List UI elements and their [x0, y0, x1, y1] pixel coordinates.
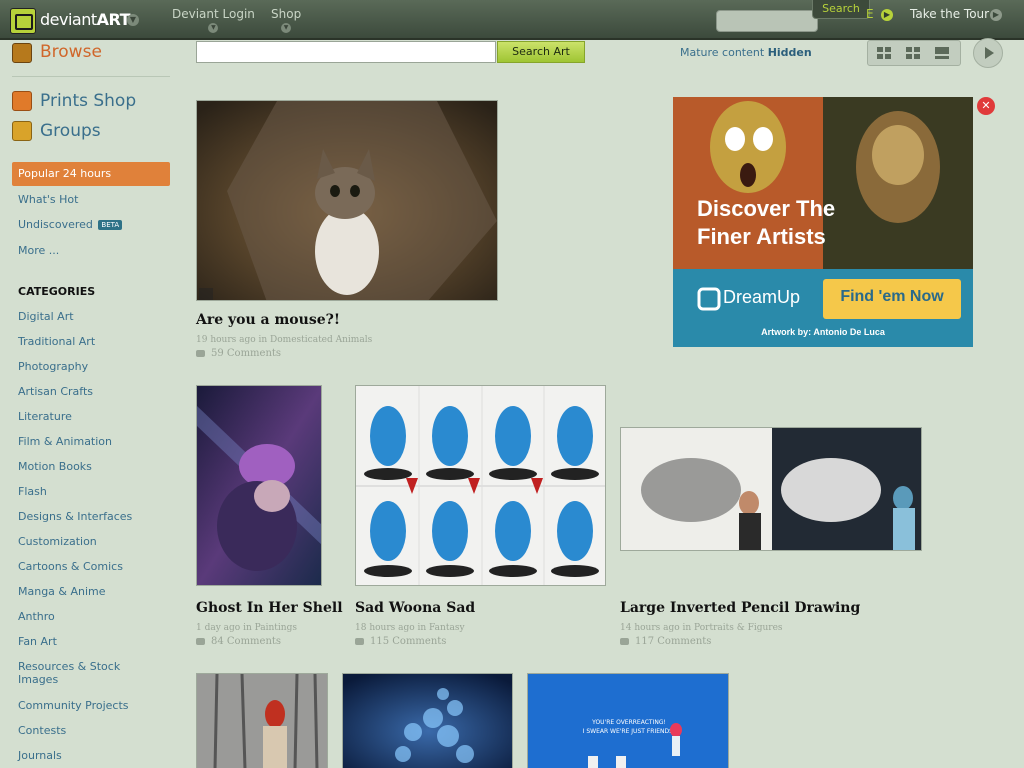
site-logo[interactable]: deviantART [40, 10, 131, 29]
category-link[interactable]: Anthro [18, 610, 55, 623]
mature-content-toggle[interactable]: Mature content Hidden [680, 46, 812, 59]
artwork-thumbnail-woona[interactable] [355, 385, 606, 586]
chevron-down-icon: ▼ [281, 23, 292, 33]
artwork-meta[interactable]: 14 hours ago in Portraits & Figures [620, 623, 783, 633]
top-bar: deviantART ▼ Deviant Login ▼ Shop ▼ Search… [0, 0, 1024, 40]
category-link[interactable]: Traditional Art [18, 335, 95, 348]
artwork-meta[interactable]: 18 hours ago in Fantasy [355, 623, 465, 633]
artwork-thumbnail-pencil[interactable] [620, 427, 922, 551]
search-tab[interactable]: Search [812, 0, 870, 19]
category-link[interactable]: Resources & Stock Images [18, 660, 158, 686]
arrow-right-icon[interactable]: ▶ [881, 9, 893, 21]
artwork-thumbnail-bubbles[interactable] [342, 673, 513, 768]
chevron-down-icon: ▼ [208, 23, 219, 33]
artwork-meta[interactable]: 1 day ago in Paintings [196, 623, 297, 633]
more-link[interactable]: More ... [18, 244, 59, 257]
artwork-title[interactable]: Ghost In Her Shell [196, 600, 343, 616]
artwork-thumbnail-forest[interactable] [196, 673, 328, 768]
deviantart-logo-icon[interactable] [10, 8, 36, 34]
artwork-meta[interactable]: 19 hours ago in Domesticated Animals [196, 335, 372, 345]
artwork-title[interactable]: Are you a mouse?! [196, 312, 340, 328]
category-link[interactable]: Community Projects [18, 699, 129, 712]
artwork-comments[interactable]: 115 Comments [355, 636, 446, 647]
find-em-now-button[interactable]: Find 'em Now [823, 288, 961, 306]
comment-icon [355, 638, 364, 645]
category-link[interactable]: Motion Books [18, 460, 92, 473]
comment-icon [196, 638, 205, 645]
deviant-login-link[interactable]: Deviant Login ▼ [172, 7, 255, 33]
prints-shop-link[interactable]: Prints Shop [40, 91, 136, 111]
popular-24-hours-button[interactable]: Popular 24 hours [12, 162, 170, 186]
chevron-down-icon[interactable]: ▼ [127, 14, 139, 26]
view-mode-switcher [867, 40, 961, 66]
ad-headline-line1: Discover The [697, 196, 836, 221]
artwork-comments[interactable]: 59 Comments [196, 348, 281, 359]
join-link-partial[interactable]: E [866, 7, 874, 21]
artwork-thumbnail-cartoon[interactable]: YOU'RE OVERREACTING! I SWEAR WE'RE JUST … [527, 673, 729, 768]
artwork-title[interactable]: Sad Woona Sad [355, 600, 475, 616]
groups-link[interactable]: Groups [40, 121, 101, 141]
ad-headline-line2: Finer Artists [697, 224, 826, 249]
category-link[interactable]: Fan Art [18, 635, 57, 648]
take-the-tour-link[interactable]: Take the Tour [910, 7, 989, 21]
shop-link[interactable]: Shop ▼ [271, 7, 301, 33]
grid-large-icon[interactable] [905, 45, 921, 59]
category-link[interactable]: Designs & Interfaces [18, 510, 132, 523]
arrow-right-icon[interactable]: ▶ [990, 9, 1002, 21]
close-icon[interactable]: ✕ [977, 97, 995, 115]
category-link[interactable]: Customization [18, 535, 97, 548]
browse-icon [12, 43, 32, 63]
beta-badge: BETA [98, 220, 123, 230]
artwork-thumbnail-ghost[interactable] [196, 385, 322, 586]
dreamup-advertisement[interactable]: Discover The Finer Artists DreamUp Find … [673, 97, 973, 347]
artwork-comments[interactable]: 117 Comments [620, 636, 711, 647]
groups-icon [12, 121, 32, 141]
category-link[interactable]: Manga & Anime [18, 585, 106, 598]
category-link[interactable]: Contests [18, 724, 66, 737]
artwork-comments[interactable]: 84 Comments [196, 636, 281, 647]
category-link[interactable]: Artisan Crafts [18, 385, 93, 398]
shopping-bag-icon [12, 91, 32, 111]
list-view-icon[interactable] [934, 45, 950, 59]
undiscovered-link[interactable]: Undiscovered BETA [18, 218, 123, 231]
category-link[interactable]: Literature [18, 410, 72, 423]
artwork-thumbnail-cat[interactable] [196, 100, 498, 301]
dreamup-brand: DreamUp [723, 287, 801, 307]
slideshow-play-icon[interactable] [973, 38, 1003, 68]
category-link[interactable]: Photography [18, 360, 88, 373]
category-link[interactable]: Film & Animation [18, 435, 112, 448]
search-art-button[interactable]: Search Art [497, 41, 585, 63]
category-link[interactable]: Digital Art [18, 310, 74, 323]
top-search-input[interactable] [716, 10, 818, 32]
categories-heading: CATEGORIES [18, 285, 96, 298]
grid-small-icon[interactable] [876, 45, 892, 59]
comment-icon [620, 638, 629, 645]
sidebar-divider [12, 76, 170, 77]
browse-link[interactable]: Browse [40, 42, 102, 62]
art-search-input[interactable] [196, 41, 496, 63]
category-link[interactable]: Journals [18, 749, 62, 762]
whats-hot-link[interactable]: What's Hot [18, 193, 78, 206]
comment-icon [196, 350, 205, 357]
category-link[interactable]: Cartoons & Comics [18, 560, 123, 573]
category-link[interactable]: Flash [18, 485, 47, 498]
ad-credit: Artwork by: Antonio De Luca [761, 327, 885, 337]
artwork-title[interactable]: Large Inverted Pencil Drawing [620, 600, 860, 616]
